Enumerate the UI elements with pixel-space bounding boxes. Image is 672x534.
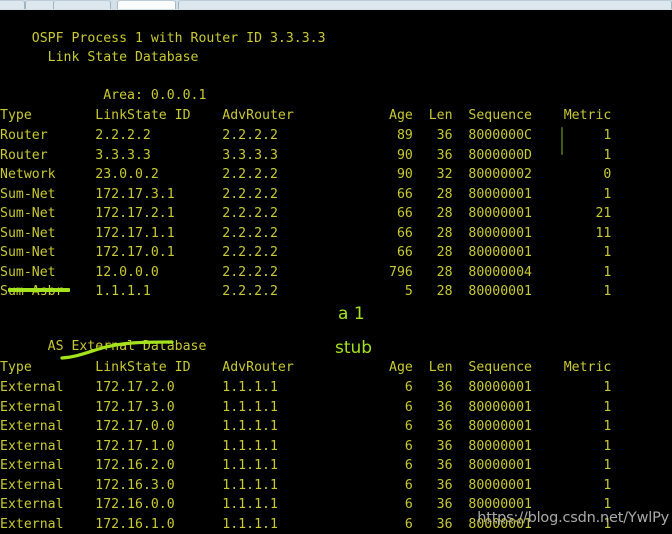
table-row: Router 2.2.2.2 2.2.2.2 89 36 8000000C 1 xyxy=(0,128,612,143)
pen-swoosh-as-external xyxy=(60,340,174,360)
table-row: External 172.17.3.0 1.1.1.1 6 36 8000000… xyxy=(0,400,612,415)
watermark-text: https://blog.csdn.net/YwlPy xyxy=(477,509,669,526)
browser-tab-3[interactable] xyxy=(53,0,111,9)
table-row: Sum-Net 172.17.3.1 2.2.2.2 66 28 8000000… xyxy=(0,187,612,202)
table-row: Sum-Net 12.0.0.0 2.2.2.2 796 28 80000004… xyxy=(0,265,612,280)
link-state-database-line: Link State Database xyxy=(0,50,199,65)
browser-tab-4-active[interactable] xyxy=(117,0,176,9)
table-row: Sum-Asbr 1.1.1.1 2.2.2.2 5 28 80000001 1 xyxy=(0,284,612,299)
table-row: Sum-Net 172.17.0.1 2.2.2.2 66 28 8000000… xyxy=(0,245,612,260)
browser-tab-5[interactable] xyxy=(178,0,672,9)
area-line: Area: 0.0.0.1 xyxy=(0,88,207,103)
browser-tab-2[interactable] xyxy=(25,0,55,9)
browser-tab-1[interactable] xyxy=(0,0,25,9)
table-row: Network 23.0.0.2 2.2.2.2 90 32 80000002 … xyxy=(0,167,612,182)
table-row: External 172.17.0.0 1.1.1.1 6 36 8000000… xyxy=(0,419,612,434)
terminal-output[interactable]: OSPF Process 1 with Router ID 3.3.3.3 Li… xyxy=(0,10,672,534)
table-row: External 172.16.3.0 1.1.1.1 6 36 8000000… xyxy=(0,478,612,493)
annotation-stub-label: stub xyxy=(335,338,373,358)
area-table-column-headers: Type LinkState ID AdvRouter Age Len Sequ… xyxy=(0,108,612,123)
table-row: External 172.17.1.0 1.1.1.1 6 36 8000000… xyxy=(0,439,612,454)
ospf-process-line: OSPF Process 1 with Router ID 3.3.3.3 xyxy=(0,31,326,46)
table-row: Sum-Net 172.17.2.1 2.2.2.2 66 28 8000000… xyxy=(0,206,612,221)
table-row: Sum-Net 172.17.1.1 2.2.2.2 66 28 8000000… xyxy=(0,226,612,241)
highlight-bar-sum-asbr xyxy=(8,288,70,292)
table-row: External 172.17.2.0 1.1.1.1 6 36 8000000… xyxy=(0,380,612,395)
table-row: Router 3.3.3.3 3.3.3.3 90 36 8000000D 1 xyxy=(0,148,612,163)
table-row: External 172.16.2.0 1.1.1.1 6 36 8000000… xyxy=(0,458,612,473)
pen-tick-mark xyxy=(561,127,563,155)
annotation-area-label: a 1 xyxy=(338,304,365,324)
